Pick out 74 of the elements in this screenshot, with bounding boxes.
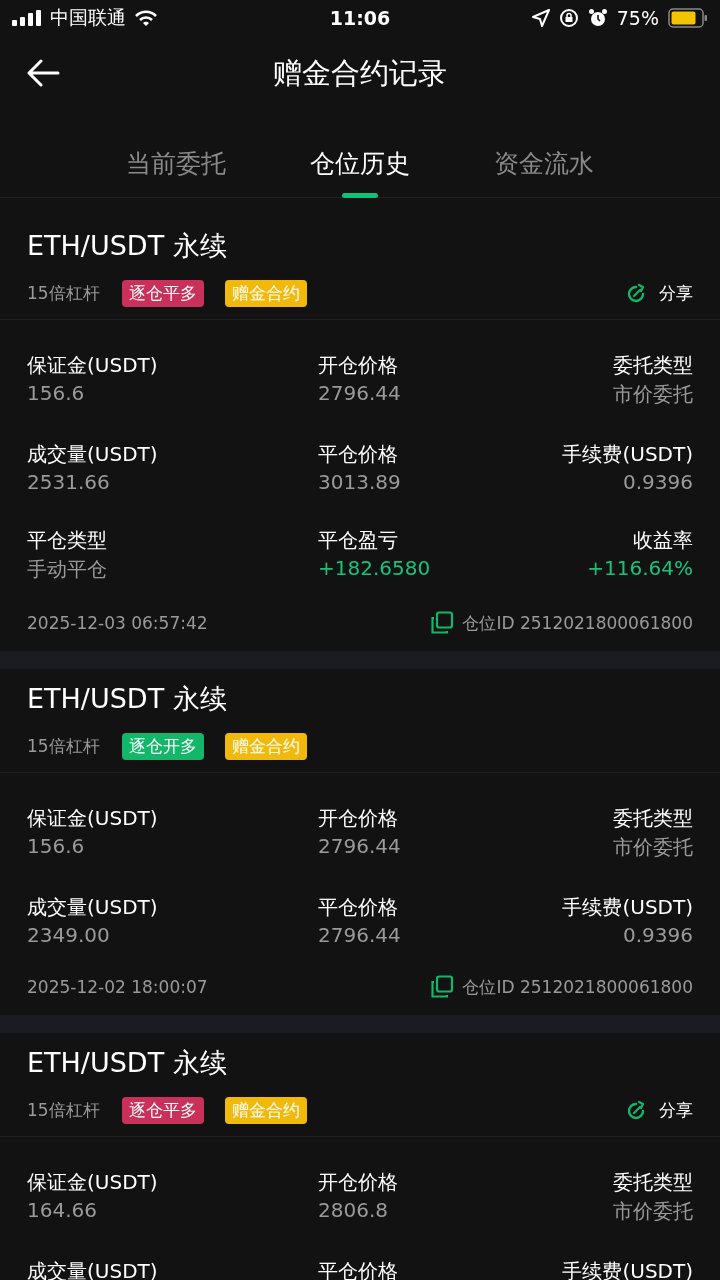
battery-icon <box>668 8 708 28</box>
share-button[interactable]: 分享 <box>625 282 693 305</box>
leverage-label: 15倍杠杆 <box>27 1099 100 1122</box>
field-value: 0.9396 <box>623 470 693 494</box>
copy-icon <box>430 611 455 635</box>
field-label: 平仓价格 <box>318 441 398 468</box>
field-value: +182.6580 <box>318 556 431 580</box>
field-label: 手续费(USDT) <box>562 1258 693 1280</box>
clock-time: 11:06 <box>329 7 391 29</box>
field-label: 开仓价格 <box>318 805 398 832</box>
field-value: 164.66 <box>27 1198 97 1222</box>
position-id: 仓位ID 2512021800061800 <box>462 611 693 635</box>
field-value: 市价委托 <box>613 1198 693 1225</box>
field-label: 委托类型 <box>613 1169 693 1196</box>
field-label: 开仓价格 <box>318 1169 398 1196</box>
field-label: 保证金(USDT) <box>27 1169 158 1196</box>
field-value: 2806.8 <box>318 1198 388 1222</box>
tag: 逐仓开多 <box>121 733 204 760</box>
field-label: 手续费(USDT) <box>562 441 693 468</box>
position-id: 仓位ID 2512021800061800 <box>462 975 693 999</box>
tag: 逐仓平多 <box>121 1097 204 1124</box>
share-button[interactable]: 分享 <box>625 1099 693 1122</box>
field-label: 成交量(USDT) <box>27 441 158 468</box>
tab[interactable]: 当前委托 <box>114 112 238 198</box>
copy-icon <box>430 975 455 999</box>
location-icon <box>531 9 550 27</box>
field-label: 手续费(USDT) <box>562 894 693 921</box>
field-value: 2349.00 <box>27 923 110 947</box>
field-label: 保证金(USDT) <box>27 352 158 379</box>
carrier-name: 中国联通 <box>50 5 126 30</box>
field-label: 委托类型 <box>613 352 693 379</box>
alarm-icon <box>587 8 608 28</box>
tag: 赠金合约 <box>224 733 307 760</box>
field-label: 平仓类型 <box>27 527 107 554</box>
page-title: 赠金合约记录 <box>273 55 447 92</box>
field-label: 平仓价格 <box>318 894 398 921</box>
field-value: 156.6 <box>27 834 85 858</box>
field-label: 平仓价格 <box>318 1258 398 1280</box>
refresh-icon <box>625 1099 647 1122</box>
field-value: 2531.66 <box>27 470 110 494</box>
field-value: 2796.44 <box>318 834 401 858</box>
battery-percent: 75% <box>616 7 659 29</box>
tab[interactable]: 仓位历史 <box>298 112 422 198</box>
field-value: 手动平仓 <box>27 556 107 583</box>
leverage-label: 15倍杠杆 <box>27 735 100 758</box>
field-value: 市价委托 <box>613 381 693 408</box>
field-value: 0.9396 <box>623 923 693 947</box>
contract-title: ETH/USDT 永续 <box>27 682 228 716</box>
field-value: 156.6 <box>27 381 85 405</box>
tag: 逐仓平多 <box>121 280 204 307</box>
field-value: 3013.89 <box>318 470 401 494</box>
contract-title: ETH/USDT 永续 <box>27 229 228 263</box>
wifi-icon <box>134 9 158 27</box>
field-label: 成交量(USDT) <box>27 894 158 921</box>
field-label: 开仓价格 <box>318 352 398 379</box>
tab[interactable]: 资金流水 <box>482 112 606 198</box>
field-label: 委托类型 <box>613 805 693 832</box>
field-label: 保证金(USDT) <box>27 805 158 832</box>
timestamp: 2025-12-02 18:00:07 <box>27 977 208 997</box>
field-value: 2796.44 <box>318 381 401 405</box>
field-label: 收益率 <box>633 527 693 554</box>
field-value: 市价委托 <box>613 834 693 861</box>
tag: 赠金合约 <box>224 280 307 307</box>
signal-icon <box>12 10 42 26</box>
contract-title: ETH/USDT 永续 <box>27 1046 228 1080</box>
tag: 赠金合约 <box>224 1097 307 1124</box>
field-label: 平仓盈亏 <box>318 527 398 554</box>
refresh-icon <box>625 282 647 305</box>
leverage-label: 15倍杠杆 <box>27 282 100 305</box>
back-button[interactable] <box>26 59 60 87</box>
timestamp: 2025-12-03 06:57:42 <box>27 613 208 633</box>
field-value: +116.64% <box>587 556 693 580</box>
rotation-lock-icon <box>558 8 579 28</box>
field-value: 2796.44 <box>318 923 401 947</box>
